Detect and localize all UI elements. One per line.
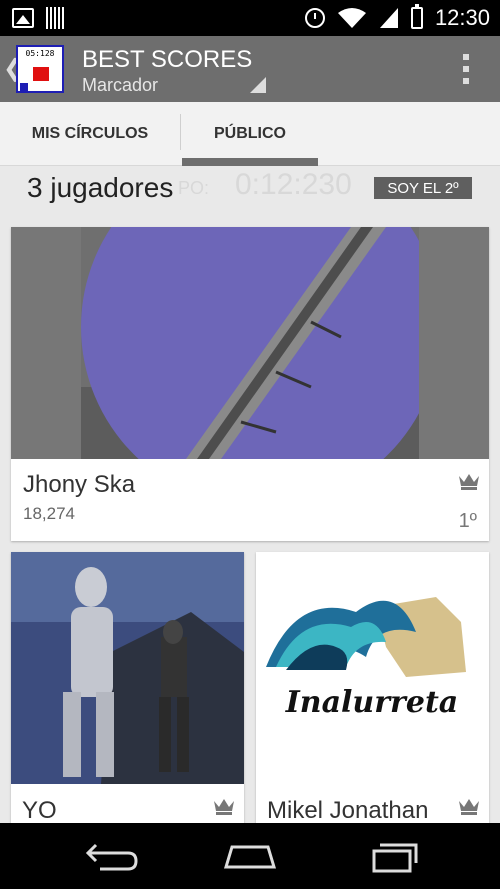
- tab-divider: [180, 114, 181, 150]
- status-left-icons: [12, 7, 64, 29]
- player-card[interactable]: Jhony Ska 18,274 1º: [11, 227, 489, 541]
- app-icon-blue-square: [20, 83, 28, 91]
- leaderboard-selector[interactable]: Marcador: [82, 75, 158, 96]
- player-card[interactable]: YO: [11, 552, 244, 832]
- dropdown-triangle-icon[interactable]: [250, 77, 266, 93]
- app-icon-red-square: [33, 67, 49, 81]
- overflow-dot: [463, 54, 469, 60]
- signal-icon: [379, 8, 398, 28]
- overflow-dot: [463, 78, 469, 84]
- player-photo: [11, 552, 244, 784]
- players-count: 3 jugadores: [27, 172, 174, 203]
- player-card[interactable]: Inalurreta Mikel Jonathan: [256, 552, 489, 832]
- status-time: 12:30: [434, 5, 490, 30]
- my-rank-button[interactable]: SOY EL 2º: [374, 177, 472, 199]
- player-score: 18,274: [23, 504, 75, 523]
- tab-bar: MIS CÍRCULOS PÚBLICO: [0, 102, 500, 166]
- system-nav-bar: [0, 823, 500, 889]
- alarm-icon: [304, 8, 325, 28]
- crown-icon: [459, 799, 479, 815]
- player-name: YO: [22, 797, 57, 824]
- ghost-label: PO:: [178, 178, 210, 198]
- crown-icon: [214, 799, 234, 815]
- status-right-icons: 12:30: [304, 0, 490, 36]
- crown-icon: [459, 474, 479, 490]
- ghost-time: 0:12:230: [235, 168, 352, 201]
- sponsor-logo-text: Inalurreta: [285, 685, 459, 720]
- player-name: Mikel Jonathan: [267, 797, 429, 824]
- app-icon-text: 05:128: [25, 49, 55, 58]
- tab-active-indicator: [182, 158, 318, 166]
- tab-my-circles[interactable]: MIS CÍRCULOS: [0, 102, 180, 166]
- back-icon[interactable]: [80, 839, 140, 873]
- home-icon[interactable]: [220, 839, 280, 873]
- status-bar: 12:30: [0, 0, 500, 36]
- player-rank: 1º: [458, 510, 477, 532]
- barcode-icon: [46, 7, 64, 29]
- overflow-menu-button[interactable]: [462, 54, 470, 84]
- tab-public[interactable]: PÚBLICO: [182, 102, 318, 166]
- overflow-dot: [463, 66, 469, 72]
- screen-title: BEST SCORES: [82, 46, 253, 73]
- image-icon: [12, 8, 34, 28]
- player-photo: [11, 227, 489, 459]
- recents-icon[interactable]: [360, 839, 420, 873]
- wifi-icon: [337, 8, 366, 28]
- battery-icon: [410, 4, 423, 29]
- player-photo: Inalurreta: [256, 552, 489, 784]
- player-name: Jhony Ska: [23, 471, 136, 498]
- app-icon[interactable]: 05:128: [16, 45, 64, 93]
